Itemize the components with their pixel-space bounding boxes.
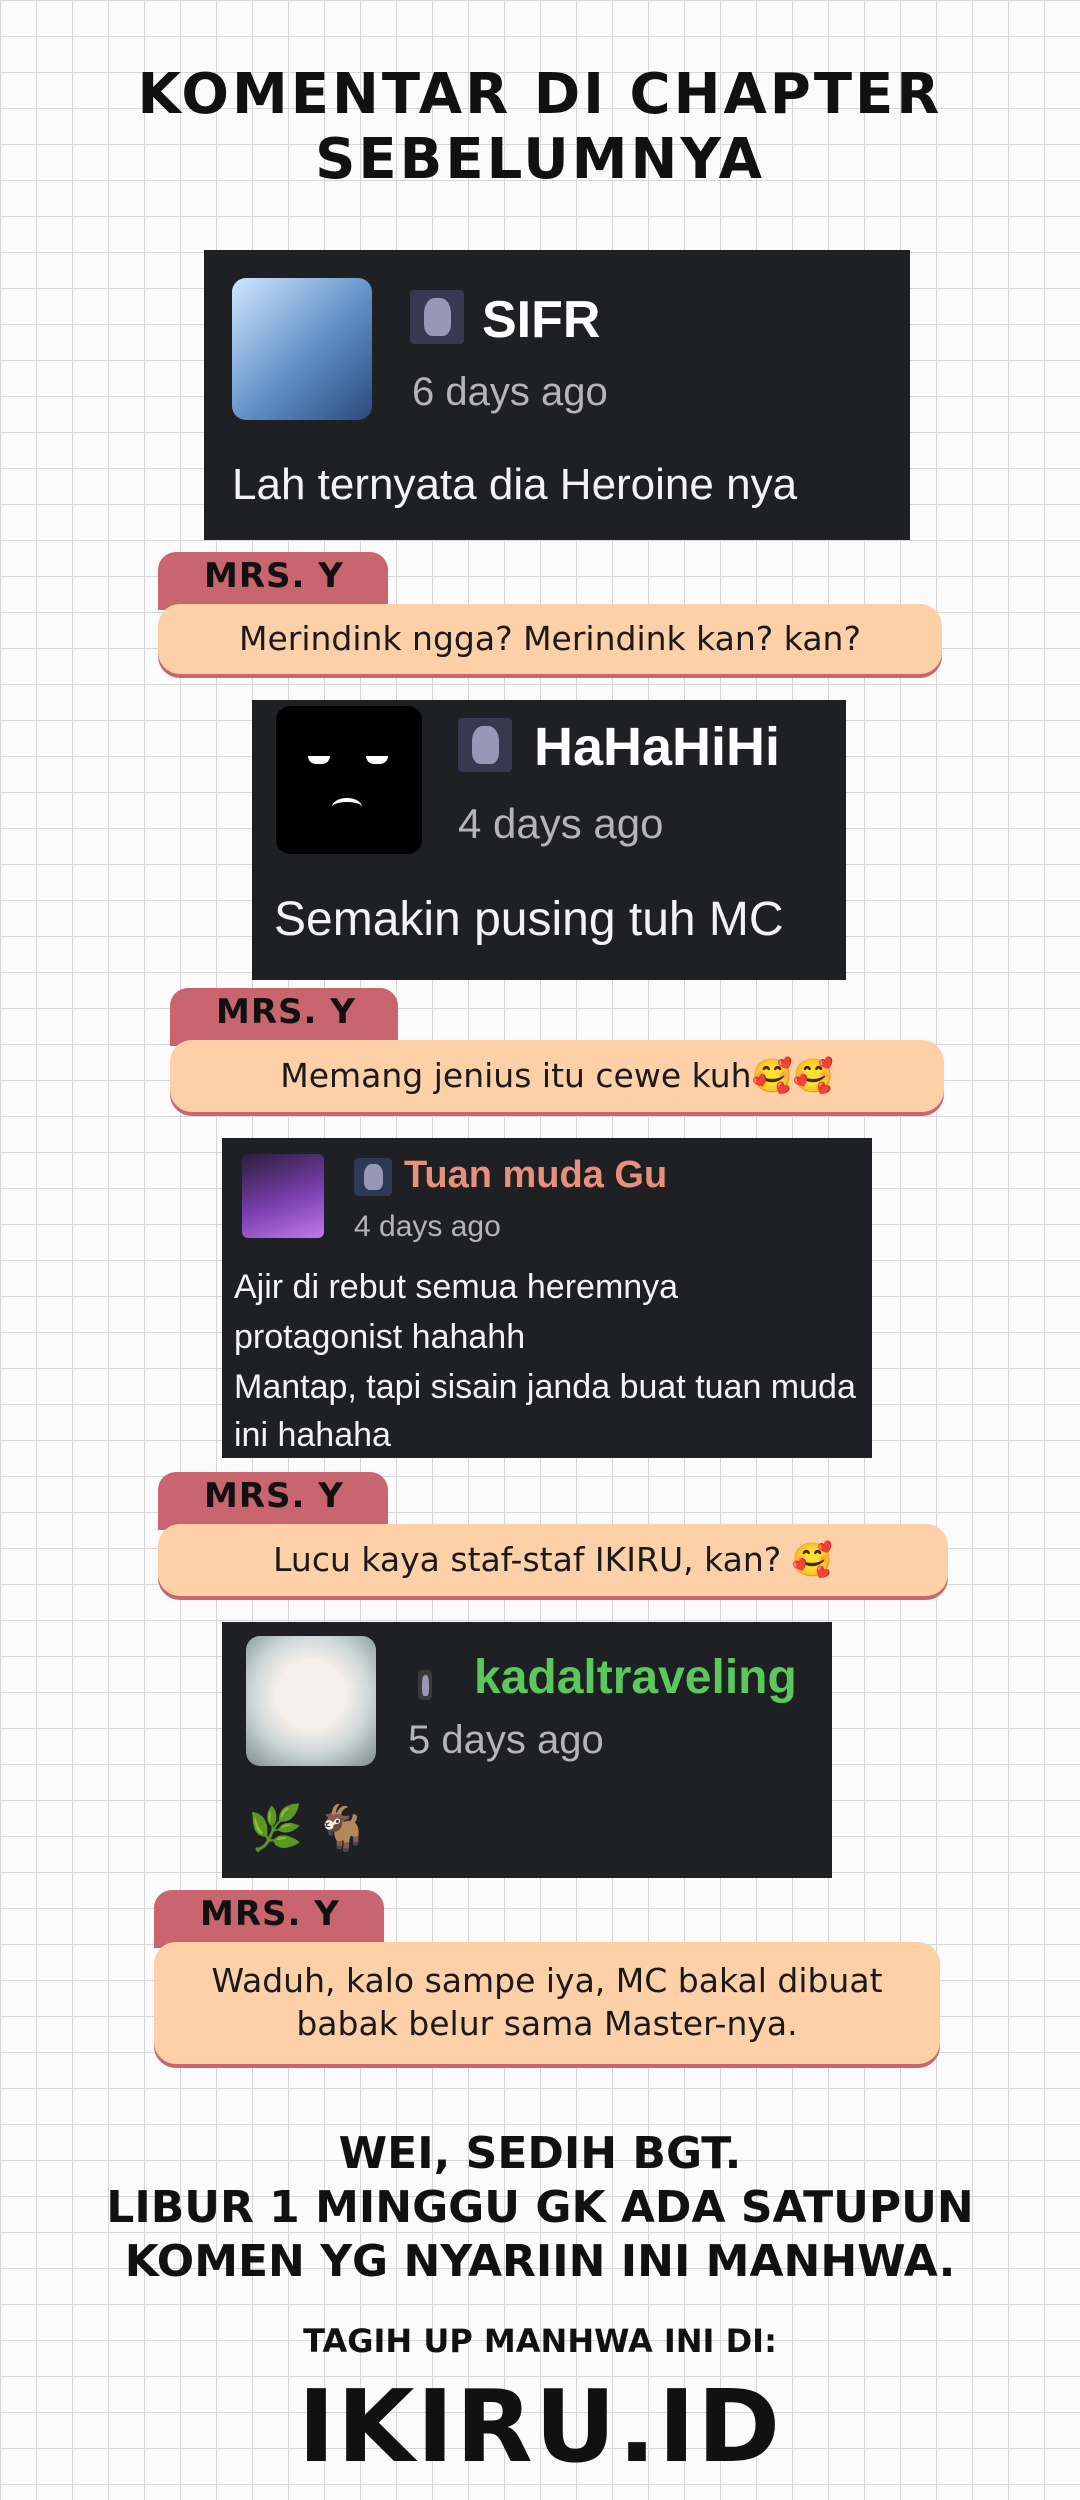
reply-bubble: Merindink ngga? Merindink kan? kan?: [158, 604, 942, 674]
user-badge-icon: [410, 290, 464, 344]
reply-author-tab: MRS. Y: [154, 1890, 384, 1948]
comment-line: ini hahaha: [234, 1416, 391, 1454]
reply-author-tab: MRS. Y: [158, 552, 388, 610]
avatar[interactable]: [276, 706, 422, 854]
brand-logo[interactable]: IKIRU.ID: [0, 2368, 1080, 2485]
comment-text: Semakin pusing tuh MC: [274, 893, 784, 946]
timestamp: 6 days ago: [412, 370, 608, 414]
footer-line: LIBUR 1 MINGGU GK ADA SATUPUN: [106, 2182, 974, 2233]
reply-bubble: Waduh, kalo sampe iya, MC bakal dibuat b…: [154, 1942, 940, 2064]
footer-line: KOMEN YG NYARIIN INI MANHWA.: [124, 2236, 956, 2287]
comment-line: Mantap, tapi sisain janda buat tuan muda: [234, 1368, 856, 1406]
username[interactable]: kadaltraveling: [474, 1650, 797, 1705]
timestamp: 4 days ago: [354, 1210, 501, 1243]
user-badge-icon: [354, 1158, 392, 1196]
comment-line: Ajir di rebut semua heremnya: [234, 1268, 679, 1306]
comment-line: protagonist hahahh: [234, 1318, 526, 1356]
footer-tagline: TAGIH UP MANHWA INI DI:: [303, 2322, 777, 2360]
reply-bubble: Memang jenius itu cewe kuh🥰🥰: [170, 1040, 944, 1112]
comment-text: Lah ternyata dia Heroine nya: [232, 460, 798, 509]
timestamp: 4 days ago: [458, 800, 664, 847]
reply-line: Waduh, kalo sampe iya, MC bakal dibuat: [211, 1961, 883, 2001]
username[interactable]: SIFR: [482, 290, 600, 350]
comment-card-sifr: SIFR 6 days ago Lah ternyata dia Heroine…: [204, 250, 910, 540]
user-badge-icon: [418, 1670, 432, 1700]
timestamp: 5 days ago: [408, 1718, 604, 1762]
reply-author-tab: MRS. Y: [158, 1472, 388, 1530]
reply-line: babak belur sama Master-nya.: [296, 2004, 798, 2043]
username[interactable]: HaHaHiHi: [534, 716, 780, 778]
reply-bubble: Lucu kaya staf-staf IKIRU, kan? 🥰: [158, 1524, 948, 1596]
reply-author-tab: MRS. Y: [170, 988, 398, 1046]
footer-line: WEI, SEDIH BGT.: [338, 2128, 742, 2179]
page-title: KOMENTAR DI CHAPTER SEBELUMNYA: [137, 62, 943, 192]
username[interactable]: Tuan muda Gu: [404, 1154, 667, 1197]
comment-emoji: 🌿 🐐: [248, 1804, 370, 1853]
comment-card-hahahihi: HaHaHiHi 4 days ago Semakin pusing tuh M…: [252, 700, 846, 980]
comment-card-tuan-muda-gu: Tuan muda Gu 4 days ago Ajir di rebut se…: [222, 1138, 872, 1458]
avatar[interactable]: [246, 1636, 376, 1766]
comment-card-kadaltraveling: kadaltraveling 5 days ago 🌿 🐐: [222, 1622, 832, 1878]
avatar[interactable]: [232, 278, 372, 420]
user-badge-icon: [458, 718, 512, 772]
avatar[interactable]: [242, 1154, 324, 1238]
